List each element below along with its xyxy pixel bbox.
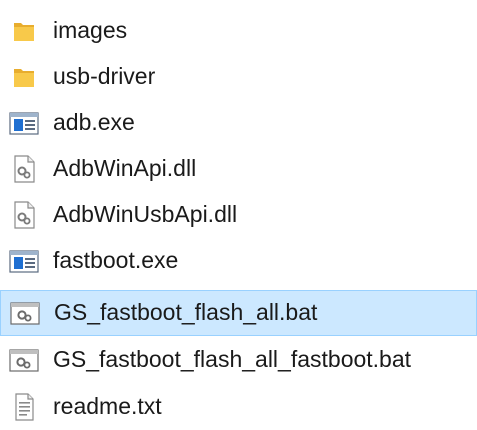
- file-row-adbwinusbapi-dll[interactable]: AdbWinUsbApi.dll: [0, 192, 477, 238]
- batch-file-icon: [9, 297, 41, 329]
- file-name: GS_fastboot_flash_all.bat: [54, 298, 318, 325]
- file-row-usb-driver[interactable]: usb-driver: [0, 54, 477, 100]
- file-name: AdbWinApi.dll: [53, 154, 197, 181]
- file-name: readme.txt: [53, 392, 162, 419]
- file-list: images usb-driver adb.exe AdbWinApi.dll …: [0, 0, 477, 423]
- file-row-fastboot-exe[interactable]: fastboot.exe: [0, 238, 477, 284]
- file-name: AdbWinUsbApi.dll: [53, 200, 238, 227]
- file-row-readme-txt[interactable]: readme.txt: [0, 384, 477, 430]
- file-name: images: [53, 16, 128, 43]
- application-icon: [8, 107, 40, 139]
- file-row-adbwinapi-dll[interactable]: AdbWinApi.dll: [0, 146, 477, 192]
- application-icon: [8, 245, 40, 277]
- gear-file-icon: [8, 153, 40, 185]
- file-row-adb-exe[interactable]: adb.exe: [0, 100, 477, 146]
- text-file-icon: [8, 391, 40, 423]
- gear-file-icon: [8, 199, 40, 231]
- file-name: GS_fastboot_flash_all_fastboot.bat: [53, 345, 412, 372]
- file-row-gs-fastboot-flash-all-fastboot-bat[interactable]: GS_fastboot_flash_all_fastboot.bat: [0, 337, 477, 383]
- folder-icon: [8, 15, 40, 47]
- file-name: adb.exe: [53, 108, 135, 135]
- file-name: usb-driver: [53, 62, 156, 89]
- file-name: fastboot.exe: [53, 246, 179, 273]
- batch-file-icon: [8, 344, 40, 376]
- file-row-gs-fastboot-flash-all-bat[interactable]: GS_fastboot_flash_all.bat: [0, 290, 477, 336]
- folder-icon: [8, 61, 40, 93]
- file-row-images[interactable]: images: [0, 8, 477, 54]
